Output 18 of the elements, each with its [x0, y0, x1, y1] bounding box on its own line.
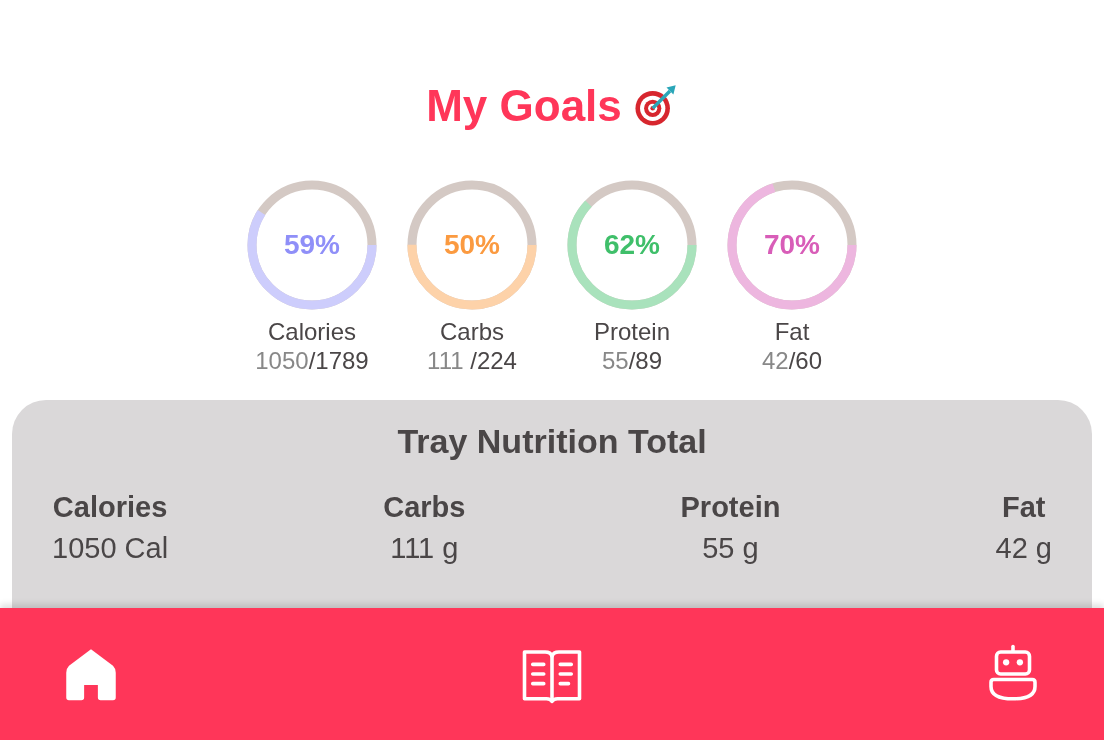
percent-text: 62%: [603, 229, 660, 261]
nutrient-label: Carbs: [383, 491, 466, 524]
nutrient-label: Protein: [680, 491, 781, 524]
card-title: Tray Nutrition Total: [397, 422, 707, 461]
percent-text: 70%: [763, 229, 820, 261]
percent-text: 59%: [283, 229, 340, 261]
page-title: My Goals: [426, 81, 622, 131]
nutrient-value: 111 g: [390, 532, 459, 565]
percent-text: 50%: [443, 229, 500, 261]
nutrient-label: Calories: [52, 491, 168, 524]
nutrient-value: 42 g: [995, 532, 1052, 565]
nutrient-value: 55 g: [702, 532, 759, 565]
goal-label: Calories: [268, 318, 356, 346]
nutrient-label: Fat: [1002, 491, 1046, 524]
goal-label: Carbs: [440, 318, 504, 346]
goal-label: Protein: [593, 318, 670, 346]
goal-label: Fat: [774, 318, 810, 346]
nutrient-value: 1050 Cal: [52, 532, 169, 565]
